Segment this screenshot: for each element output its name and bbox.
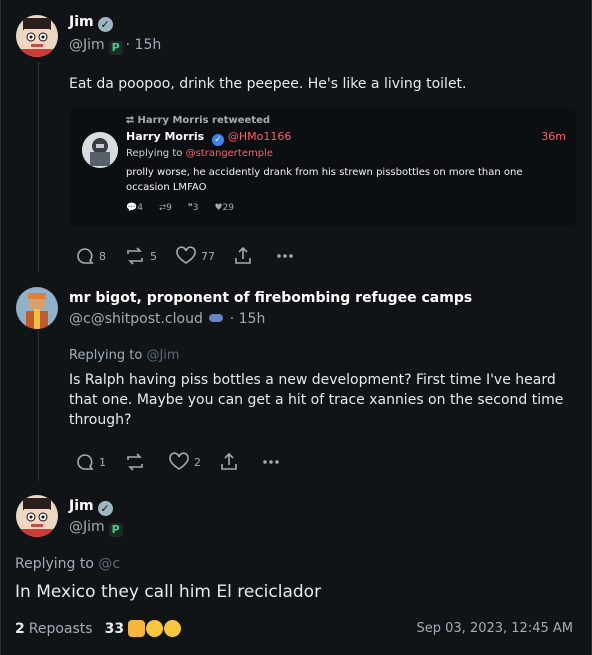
author-handle[interactable]: @Jim <box>69 519 105 535</box>
retweeted-by-text: Harry Morris retweeted <box>137 115 271 126</box>
replying-label: Replying to <box>15 556 94 572</box>
reply-count: 8 <box>99 249 106 263</box>
post-mr-bigot[interactable]: mr bigot, proponent of firebombing refug… <box>1 275 592 485</box>
author-name-text[interactable]: Jim <box>69 498 94 514</box>
author-name-text[interactable]: Jim <box>69 14 94 30</box>
author-name[interactable]: Jim ✓ <box>69 14 113 32</box>
avatar[interactable] <box>16 495 58 537</box>
verified-icon: ✓ <box>97 501 113 516</box>
like-count: 77 <box>201 249 215 263</box>
repost-icon <box>127 247 143 265</box>
quote-replying: Replying to @strangertemple <box>126 148 273 159</box>
replying-to-handle[interactable]: @c <box>98 556 120 572</box>
share-icon <box>221 452 237 470</box>
quote-replies: 💬4 <box>126 203 143 213</box>
replying-to-handle[interactable]: @Jim <box>146 348 179 363</box>
reply-icon <box>77 454 94 470</box>
reply-count: 1 <box>99 455 106 469</box>
quote-replying-to[interactable]: @strangertemple <box>186 148 273 159</box>
like-button[interactable]: 2 <box>168 452 201 472</box>
post-jim-1[interactable]: Jim ✓ @Jim P · 15h Eat da poopoo, drink the… <box>1 0 592 275</box>
repost-count: 5 <box>150 249 157 263</box>
avatar[interactable] <box>16 287 58 329</box>
quote-retweets-count: 9 <box>166 203 172 213</box>
quote-text: prolly worse, he accidently drank from h… <box>126 167 523 193</box>
author-handle-row: @Jim P <box>69 519 126 537</box>
reposts-label[interactable]: Repoasts <box>29 621 93 637</box>
retweet-icon: ⮂ <box>126 115 138 126</box>
verified-icon: ✓ <box>212 134 224 146</box>
author-handle-row: @c@shitpost.cloud · 15h <box>69 311 265 327</box>
author-name[interactable]: Jim ✓ <box>69 498 113 516</box>
quote-likes-count: 29 <box>222 203 234 213</box>
quote-likes: ♥29 <box>214 203 234 213</box>
share-button[interactable] <box>233 246 257 266</box>
author-handle[interactable]: @c@shitpost.cloud <box>69 311 203 327</box>
instance-cloud-icon <box>209 314 224 322</box>
heart-icon <box>169 452 189 470</box>
thread-line <box>38 62 39 272</box>
replying-to: Replying to @Jim <box>69 348 180 363</box>
quote-author-row: Harry Morris ✓ @HMo1166 <box>126 130 291 146</box>
like-button[interactable]: 77 <box>175 246 215 266</box>
post-stats: 2 Repoasts 33 <box>15 620 182 637</box>
reply-icon <box>77 248 94 264</box>
more-icon <box>277 254 293 258</box>
laughing-emoji-icon[interactable] <box>146 620 164 637</box>
author-handle-row: @Jim P · 15h <box>69 37 161 55</box>
quoted-post[interactable]: ⮂ Harry Morris retweeted Harry Morris ✓ … <box>70 108 576 226</box>
quote-time[interactable]: 36m <box>541 130 566 143</box>
monocle-emoji-icon[interactable] <box>164 620 182 637</box>
retweet-label: ⮂ Harry Morris retweeted <box>126 115 270 126</box>
thread-view: Jim ✓ @Jim P · 15h Eat da poopoo, drink the… <box>0 0 592 655</box>
quote-quotes-count: 3 <box>192 203 199 213</box>
post-text: Eat da poopoo, drink the peepee. He's li… <box>69 76 467 92</box>
more-icon <box>263 460 279 464</box>
quote-author[interactable]: Harry Morris <box>126 130 204 143</box>
replying-label: Replying to <box>69 348 143 363</box>
author-name[interactable]: mr bigot, proponent of firebombing refug… <box>69 290 472 306</box>
quote-replies-count: 4 <box>137 203 143 213</box>
quote-replying-label: Replying to <box>126 148 183 159</box>
author-handle[interactable]: @Jim <box>69 37 105 53</box>
post-text: Is Ralph having piss bottles a new devel… <box>69 372 564 428</box>
repost-button[interactable]: 5 <box>124 246 157 266</box>
pleroma-icon: P <box>108 523 123 537</box>
reactions-count[interactable]: 33 <box>105 621 124 637</box>
quote-handle[interactable]: @HMo1166 <box>228 130 292 143</box>
like-count: 2 <box>194 455 201 469</box>
reposts-count[interactable]: 2 <box>15 621 25 637</box>
repost-icon <box>127 453 143 471</box>
quote-quotes: ❞3 <box>187 203 199 213</box>
share-icon <box>235 246 251 264</box>
post-actions: 1 2 <box>75 452 303 472</box>
post-time[interactable]: · 15h <box>230 311 266 327</box>
share-button[interactable] <box>219 452 243 472</box>
post-text: In Mexico they call him El reciclador <box>15 582 322 602</box>
repost-button[interactable] <box>124 452 150 472</box>
thread-line <box>38 331 39 481</box>
verified-icon: ✓ <box>97 17 113 32</box>
reply-button[interactable]: 1 <box>75 452 106 472</box>
heart-icon <box>176 246 196 264</box>
post-actions: 8 5 77 <box>75 246 317 266</box>
post-timestamp[interactable]: Sep 03, 2023, 12:45 AM <box>417 621 574 636</box>
thumbs-up-emoji-icon[interactable] <box>128 620 146 637</box>
quote-avatar[interactable] <box>82 132 118 168</box>
replying-to: Replying to @c <box>15 556 120 572</box>
more-button[interactable] <box>261 452 285 472</box>
pleroma-icon: P <box>108 41 123 55</box>
more-button[interactable] <box>275 246 299 266</box>
quote-retweets: ⮂9 <box>158 203 172 213</box>
quote-stats: 💬4 ⮂9 ❞3 ♥29 <box>126 203 250 213</box>
avatar[interactable] <box>16 15 58 57</box>
reply-button[interactable]: 8 <box>75 246 106 266</box>
post-time[interactable]: · 15h <box>126 37 162 53</box>
